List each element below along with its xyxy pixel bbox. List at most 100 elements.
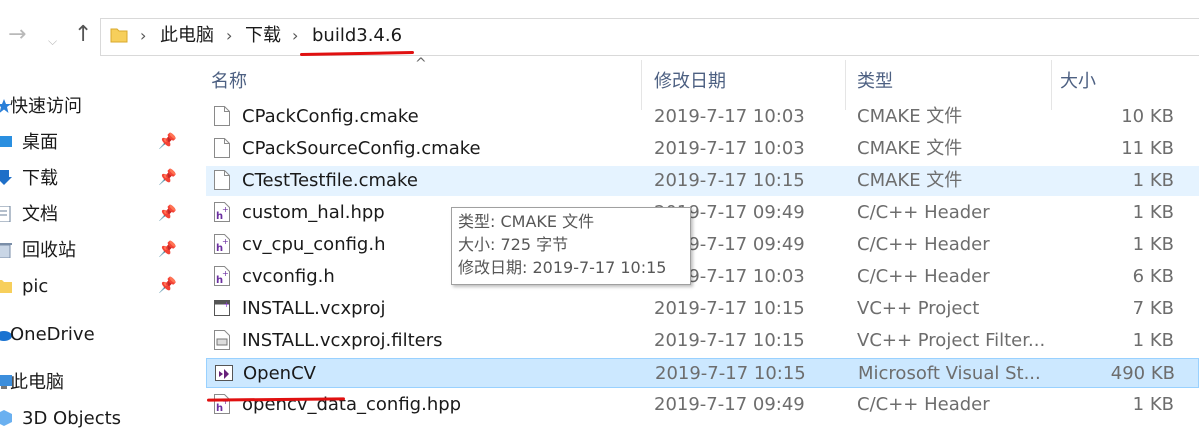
file-size: 11 KB: [1121, 138, 1174, 159]
sidebar-item-documents[interactable]: 文档 📌: [0, 198, 184, 232]
sidebar-item-label: 下载: [22, 168, 58, 189]
sidebar-item-onedrive[interactable]: OneDrive: [0, 318, 184, 352]
pin-icon[interactable]: 📌: [158, 204, 177, 222]
file-size: 490 KB: [1110, 363, 1175, 384]
file-size: 7 KB: [1132, 298, 1174, 319]
table-row[interactable]: CTestTestfile.cmake 2019-7-17 10:15 CMAKE …: [206, 166, 1199, 196]
file-name: CTestTestfile.cmake: [242, 170, 418, 191]
file-list: ^ 名称 修改日期 类型 大小 CPackConfig.cmake 2019-7-…: [185, 56, 1199, 420]
file-name: opencv_data_config.hpp: [242, 394, 462, 415]
tooltip-size: 大小: 725 字节: [458, 235, 569, 254]
tooltip-type: 类型: CMAKE 文件: [458, 212, 595, 231]
svg-text:+: +: [222, 269, 229, 278]
sidebar-item-recycle-bin[interactable]: 回收站 📌: [0, 234, 184, 268]
file-size: 6 KB: [1132, 266, 1174, 287]
table-row[interactable]: h + opencv_data_config.hpp 2019-7-17 09:49 C…: [206, 390, 1199, 420]
table-row[interactable]: INSTALL.vcxproj.filters 2019-7-17 10:15 VC…: [206, 326, 1199, 356]
document-icon: [0, 205, 12, 223]
file-name: OpenCV: [243, 363, 316, 384]
sidebar-item-desktop[interactable]: 桌面 📌: [0, 126, 184, 160]
blank-file-icon: [214, 138, 230, 158]
pin-icon[interactable]: 📌: [158, 240, 177, 258]
header-file-icon: h +: [214, 234, 230, 254]
file-modified: 2019-7-17 09:49: [654, 394, 805, 415]
breadcrumb-item-downloads[interactable]: 下载: [245, 22, 281, 50]
table-row[interactable]: OpenCV 2019-7-17 10:15 Microsoft Visual St…: [206, 358, 1199, 388]
navigation-pane: 快速访问 桌面 📌 下载 📌 文档 📌 回收站 📌 pic 📌 OneDrive…: [0, 66, 184, 429]
header-file-icon: h +: [214, 394, 230, 414]
column-header-size[interactable]: 大小: [1060, 69, 1096, 95]
breadcrumb-separator-icon[interactable]: ›: [226, 22, 232, 50]
table-row[interactable]: + INSTALL.vcxproj 2019-7-17 10:15 VC++ Proj…: [206, 294, 1199, 324]
blank-file-icon: [214, 170, 230, 190]
recycle-bin-icon: [0, 242, 12, 259]
file-size: 1 KB: [1132, 394, 1174, 415]
sidebar-item-label: pic: [22, 276, 49, 297]
file-type: CMAKE 文件: [857, 170, 963, 191]
pin-icon[interactable]: 📌: [158, 132, 177, 150]
sidebar-item-downloads[interactable]: 下载 📌: [0, 162, 184, 196]
file-type: CMAKE 文件: [857, 106, 963, 127]
tooltip-modified: 修改日期: 2019-7-17 10:15: [458, 258, 667, 277]
file-size: 1 KB: [1132, 202, 1174, 223]
column-header-modified[interactable]: 修改日期: [654, 69, 726, 95]
svg-text:+: +: [222, 237, 229, 246]
file-name: INSTALL.vcxproj.filters: [242, 330, 443, 351]
table-row[interactable]: CPackSourceConfig.cmake 2019-7-17 10:03 CM…: [206, 134, 1199, 164]
breadcrumb-separator-icon[interactable]: ›: [292, 22, 298, 50]
file-size: 1 KB: [1132, 170, 1174, 191]
file-modified: 2019-7-17 10:03: [654, 138, 805, 159]
file-name: CPackSourceConfig.cmake: [242, 138, 481, 159]
sidebar-item-3d-objects[interactable]: 3D Objects: [0, 402, 184, 436]
sort-ascending-icon: ^: [415, 56, 427, 72]
file-type: VC++ Project: [857, 298, 980, 319]
file-name: CPackConfig.cmake: [242, 106, 419, 127]
file-size: 1 KB: [1132, 330, 1174, 351]
sidebar-item-quick-access[interactable]: 快速访问: [0, 90, 184, 124]
visual-studio-solution-icon: [215, 363, 233, 383]
pin-icon[interactable]: 📌: [158, 168, 177, 186]
desktop-icon: [0, 134, 12, 150]
download-icon: [0, 170, 12, 186]
arrow-right-icon[interactable]: →: [8, 20, 26, 50]
sidebar-item-pic[interactable]: pic 📌: [0, 270, 184, 304]
table-row[interactable]: CPackConfig.cmake 2019-7-17 10:03 CMAKE 文件…: [206, 102, 1199, 132]
file-modified: 2019-7-17 10:03: [654, 106, 805, 127]
file-type: C/C++ Header: [857, 202, 990, 223]
table-row[interactable]: h + custom_hal.hpp 2019-7-17 09:49 C/C++ Hea…: [206, 198, 1199, 228]
file-modified: 2019-7-17 10:15: [654, 298, 805, 319]
column-header-name[interactable]: 名称: [211, 69, 247, 95]
file-type: CMAKE 文件: [857, 138, 963, 159]
arrow-up-icon[interactable]: ↑: [74, 20, 92, 50]
sidebar-item-this-pc[interactable]: 此电脑: [0, 366, 184, 400]
file-name: INSTALL.vcxproj: [242, 298, 386, 319]
vcxproj-filters-icon: [214, 330, 230, 350]
breadcrumb-item-build[interactable]: build3.4.6: [312, 22, 402, 50]
pin-icon[interactable]: 📌: [158, 276, 177, 294]
header-file-icon: h +: [214, 202, 230, 222]
file-modified: 2019-7-17 10:15: [655, 363, 806, 384]
sidebar-item-label: 快速访问: [10, 96, 82, 117]
breadcrumb-item-this-pc[interactable]: 此电脑: [160, 22, 214, 50]
blank-file-icon: [214, 106, 230, 126]
file-type: C/C++ Header: [857, 266, 990, 287]
breadcrumb-separator-icon[interactable]: ›: [140, 22, 146, 50]
file-size: 10 KB: [1121, 106, 1174, 127]
table-row[interactable]: h + cv_cpu_config.h 2019-7-17 09:49 C/C++ He…: [206, 230, 1199, 260]
svg-text:+: +: [223, 300, 230, 309]
chevron-down-icon[interactable]: ⌵: [48, 26, 57, 56]
file-type: C/C++ Header: [857, 394, 990, 415]
file-info-tooltip: 类型: CMAKE 文件 大小: 725 字节 修改日期: 2019-7-17 …: [451, 207, 691, 285]
file-size: 1 KB: [1132, 234, 1174, 255]
3d-objects-icon: [0, 410, 12, 426]
column-header-type[interactable]: 类型: [857, 69, 893, 95]
svg-text:+: +: [222, 205, 229, 214]
file-modified: 2019-7-17 10:15: [654, 170, 805, 191]
header-file-icon: h +: [214, 266, 230, 286]
file-modified: 2019-7-17 10:15: [654, 330, 805, 351]
sidebar-item-label: 桌面: [22, 132, 58, 153]
sidebar-item-label: 文档: [22, 204, 58, 225]
sidebar-item-label: 回收站: [22, 240, 76, 261]
folder-icon: [0, 278, 12, 294]
table-row[interactable]: h + cvconfig.h 2019-7-17 10:03 C/C++ Header 6…: [206, 262, 1199, 292]
